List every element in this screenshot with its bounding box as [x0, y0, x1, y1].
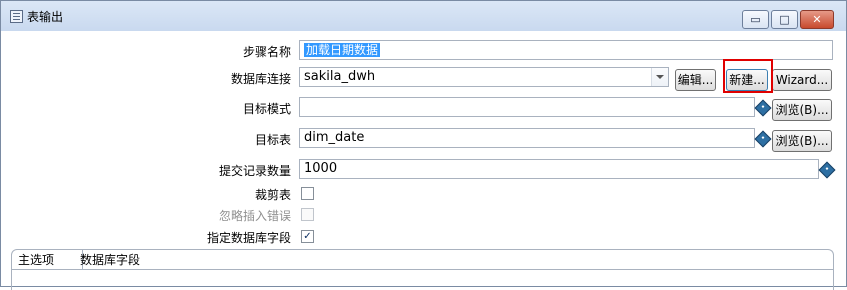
table-output-icon [10, 10, 23, 23]
target-table-input[interactable]: dim_date [299, 128, 755, 148]
title-bar[interactable]: 表输出 ▭ □ ✕ [1, 1, 846, 31]
target-table-value: dim_date [304, 130, 365, 145]
maximize-button[interactable]: □ [771, 10, 798, 29]
commit-size-value: 1000 [304, 161, 338, 176]
target-table-label: 目标表 [254, 133, 291, 147]
db-connection-value: sakila_dwh [304, 69, 376, 84]
step-name-label: 步骤名称 [242, 45, 291, 59]
variable-icon [754, 130, 772, 148]
ignore-errors-label: 忽略插入错误 [218, 209, 291, 223]
step-name-input[interactable]: 加载日期数据 [299, 40, 833, 60]
edit-connection-button[interactable]: 编辑... [675, 69, 716, 91]
commit-size-input[interactable]: 1000 [299, 159, 819, 179]
browse-schema-button[interactable]: 浏览(B)... [772, 99, 832, 121]
variable-icon [754, 99, 772, 117]
highlight-box [723, 59, 773, 93]
minimize-icon: ▭ [750, 13, 761, 26]
specify-fields-label: 指定数据库字段 [206, 231, 291, 245]
target-schema-label: 目标模式 [242, 102, 291, 116]
minimize-button[interactable]: ▭ [742, 10, 769, 29]
db-connection-select[interactable]: sakila_dwh [299, 67, 669, 87]
table-output-dialog: 表输出 ▭ □ ✕ 步骤名称 加载日期数据 数据库连接 sakila_dwh 编… [0, 0, 847, 290]
target-schema-input[interactable] [299, 97, 755, 117]
ignore-errors-checkbox[interactable] [301, 208, 314, 221]
chevron-down-icon[interactable] [651, 68, 668, 86]
variable-icon [818, 161, 836, 179]
options-tabs: 主选项 数据库字段 [11, 249, 834, 290]
window-title: 表输出 [27, 10, 64, 24]
truncate-label: 裁剪表 [254, 188, 291, 202]
maximize-icon: □ [779, 13, 790, 26]
close-icon: ✕ [812, 13, 822, 26]
step-name-value: 加载日期数据 [304, 43, 381, 57]
tab-divider [12, 269, 833, 270]
commit-size-label: 提交记录数量 [218, 164, 291, 178]
close-button[interactable]: ✕ [800, 10, 834, 29]
truncate-checkbox[interactable] [301, 187, 314, 200]
db-connection-label: 数据库连接 [230, 72, 291, 86]
tab-main-options[interactable]: 主选项 [12, 250, 83, 270]
wizard-button[interactable]: Wizard... [772, 69, 832, 91]
tab-database-fields[interactable]: 数据库字段 [74, 250, 146, 270]
browse-table-button[interactable]: 浏览(B)... [772, 130, 832, 152]
specify-fields-checkbox[interactable]: ✓ [301, 230, 314, 243]
